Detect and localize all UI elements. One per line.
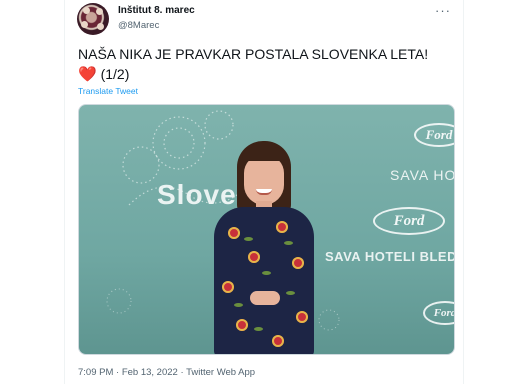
tweet-photo[interactable]: Slove SAVA HOTE SAVA HOTELI BLED Ford Fo… — [78, 104, 455, 355]
face — [244, 155, 284, 205]
author-avatar[interactable] — [77, 3, 109, 35]
ford-logo-middle: Ford — [373, 207, 445, 235]
backdrop-sava-bled-text: SAVA HOTELI BLED — [325, 249, 455, 264]
author-handle[interactable]: @8Marec — [118, 20, 159, 31]
heart-emoji-icon: ❤️ — [78, 66, 97, 83]
tweet-card: Inštitut 8. marec @8Marec ··· NAŠA NIKA … — [64, 0, 464, 384]
author-name[interactable]: Inštitut 8. marec — [118, 5, 195, 16]
ford-logo-middle-text: Ford — [393, 213, 425, 229]
tweet-text: NAŠA NIKA JE PRAVKAR POSTALA SLOVENKA LE… — [78, 44, 458, 85]
floral-dress — [214, 207, 314, 354]
ford-logo-top-text: Ford — [425, 127, 453, 142]
tweet-timestamp[interactable]: 7:09 PM · Feb 13, 2022 · Twitter Web App — [78, 367, 255, 378]
more-options-icon[interactable]: ··· — [435, 3, 451, 18]
backdrop-sava-text: SAVA HOTE — [390, 167, 455, 183]
ford-logo-bottom-text: Ford — [433, 307, 455, 319]
tweet-body: NAŠA NIKA JE PRAVKAR POSTALA SLOVENKA LE… — [78, 46, 429, 62]
woman-portrait — [204, 141, 324, 354]
bangs — [242, 147, 286, 161]
translate-tweet-link[interactable]: Translate Tweet — [78, 86, 138, 96]
clasped-hands — [250, 291, 280, 305]
thread-counter: (1/2) — [100, 66, 130, 82]
ford-logo-top: Ford — [414, 123, 454, 147]
